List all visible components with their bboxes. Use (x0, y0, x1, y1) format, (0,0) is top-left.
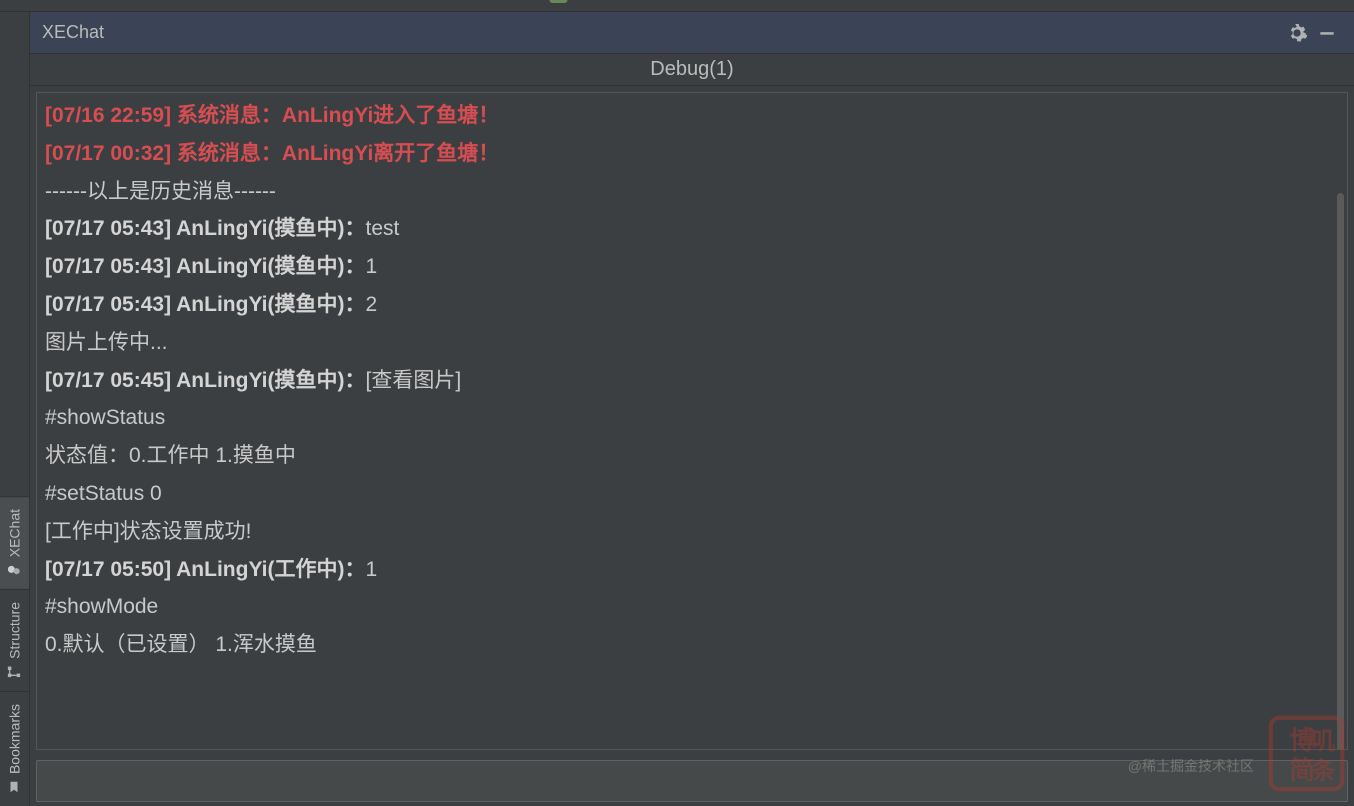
chat-line: [07/17 05:43] AnLingYi(摸鱼中)：1 (45, 248, 1339, 286)
chat-line: #showStatus (45, 399, 1339, 437)
chat-line-prefix: [07/17 05:43] AnLingYi(摸鱼中)： (45, 293, 366, 316)
chat-line: #showMode (45, 588, 1339, 626)
chat-line-body: 1 (366, 558, 378, 581)
tab-debug[interactable]: Debug(1) (650, 58, 733, 81)
chat-line: [07/17 00:32] 系统消息：AnLingYi离开了鱼塘！ (45, 135, 1339, 173)
sidebar-tab-xechat[interactable]: XEChat (0, 496, 29, 589)
gear-icon (1286, 22, 1308, 44)
chat-line-body: 1 (366, 255, 378, 278)
chat-line: #setStatus 0 (45, 475, 1339, 513)
chat-line-body: test (366, 217, 400, 240)
chat-line-prefix: [07/17 05:50] AnLingYi(工作中)： (45, 558, 366, 581)
tab-bar: Debug(1) (30, 54, 1354, 86)
chat-line: [07/17 05:50] AnLingYi(工作中)：1 (45, 551, 1339, 589)
class-icon: C (550, 0, 568, 3)
chat-line: [07/16 22:59] 系统消息：AnLingYi进入了鱼塘！ (45, 97, 1339, 135)
chat-line-prefix: [07/17 05:45] AnLingYi(摸鱼中)： (45, 369, 366, 392)
panel-header: XEChat (30, 12, 1354, 54)
structure-icon (8, 665, 22, 679)
chat-line: ------以上是历史消息------ (45, 173, 1339, 211)
sidebar-tab-label: XEChat (7, 509, 23, 557)
sidebar-tab-bookmarks[interactable]: Bookmarks (0, 691, 29, 806)
minimize-icon (1317, 23, 1337, 43)
chat-icon (8, 563, 22, 577)
watermark-text: @稀土掘金技术社区 (1128, 756, 1254, 776)
chat-line: [07/17 05:43] AnLingYi(摸鱼中)：test (45, 210, 1339, 248)
bookmark-icon (8, 780, 22, 794)
chat-line: 图片上传中... (45, 324, 1339, 362)
chat-line-body: [查看图片] (366, 369, 462, 392)
panel-title: XEChat (42, 22, 104, 43)
content-wrapper: [07/16 22:59] 系统消息：AnLingYi进入了鱼塘！[07/17 … (30, 86, 1354, 806)
minimize-button[interactable] (1312, 18, 1342, 48)
chat-line: [工作中]状态设置成功! (45, 513, 1339, 551)
chat-line-body: 2 (366, 293, 378, 316)
left-sidebar: XEChat Structure Bookmarks (0, 12, 30, 806)
settings-button[interactable] (1282, 18, 1312, 48)
top-editor-partial: C GameRoomEventHandler (0, 0, 1354, 12)
sidebar-tab-structure[interactable]: Structure (0, 589, 29, 691)
chat-line: [07/17 05:45] AnLingYi(摸鱼中)：[查看图片] (45, 362, 1339, 400)
scrollbar-thumb[interactable] (1337, 193, 1344, 750)
sidebar-tab-label: Structure (7, 602, 23, 659)
chat-line: 状态值：0.工作中 1.摸鱼中 (45, 437, 1339, 475)
chat-line-prefix: [07/17 05:43] AnLingYi(摸鱼中)： (45, 217, 366, 240)
top-partial-filename: C GameRoomEventHandler (550, 0, 805, 5)
sidebar-tab-label: Bookmarks (7, 704, 23, 774)
main-panel: XEChat Debug(1) [07/16 22:59] 系统消息：AnLin… (30, 12, 1354, 806)
chat-line: [07/17 05:43] AnLingYi(摸鱼中)：2 (45, 286, 1339, 324)
chat-line: 0.默认（已设置） 1.浑水摸鱼 (45, 626, 1339, 664)
chat-log[interactable]: [07/16 22:59] 系统消息：AnLingYi进入了鱼塘！[07/17 … (36, 92, 1348, 750)
chat-line-prefix: [07/17 05:43] AnLingYi(摸鱼中)： (45, 255, 366, 278)
